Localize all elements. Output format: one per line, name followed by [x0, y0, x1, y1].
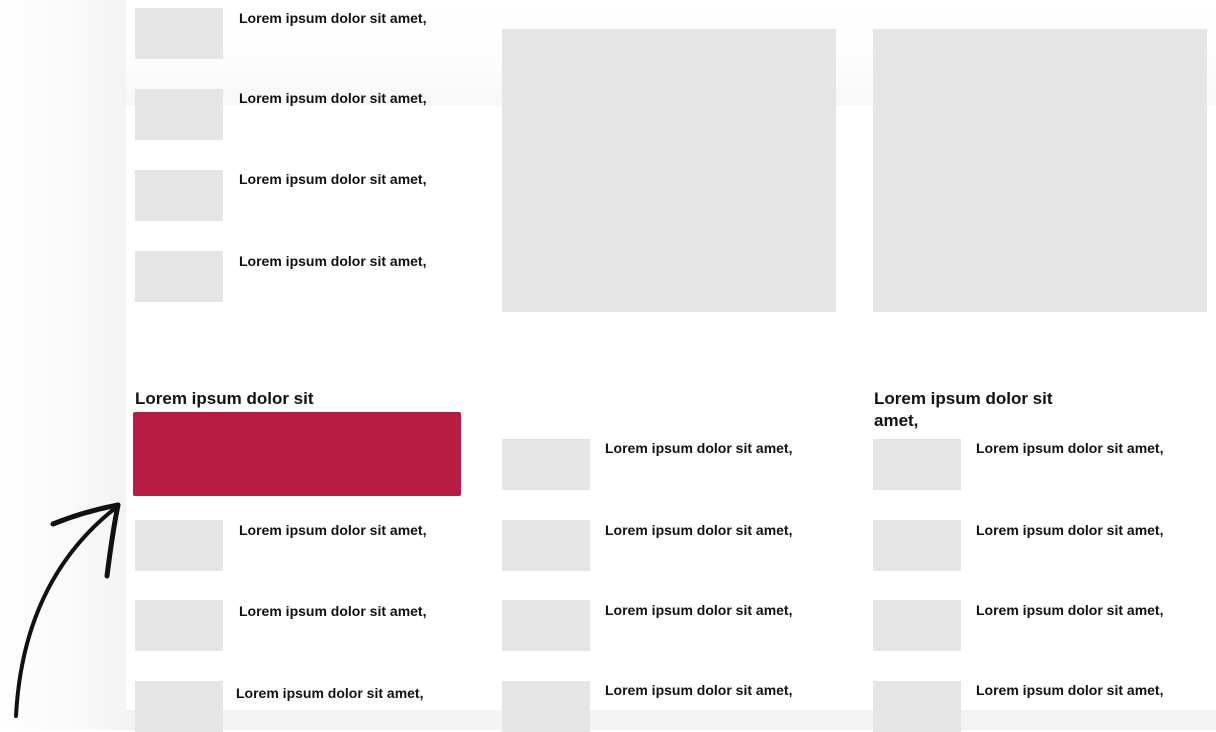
featured-image-placeholder[interactable]: [502, 29, 836, 312]
curved-arrow-icon: [14, 502, 121, 718]
list-item-title[interactable]: Lorem ipsum dolor sit amet,: [239, 522, 426, 539]
list-item-title[interactable]: Lorem ipsum dolor sit amet,: [605, 682, 792, 699]
thumbnail-placeholder[interactable]: [135, 8, 223, 59]
list-item-title[interactable]: Lorem ipsum dolor sit amet,: [976, 440, 1163, 457]
thumbnail-placeholder[interactable]: [135, 89, 223, 140]
section-heading-line: Lorem ipsum dolor sit: [874, 389, 1053, 408]
list-item-title[interactable]: Lorem ipsum dolor sit amet,: [605, 602, 792, 619]
list-item-title[interactable]: Lorem ipsum dolor sit amet,: [239, 253, 426, 270]
list-item-title[interactable]: Lorem ipsum dolor sit amet,: [239, 171, 426, 188]
list-item-title[interactable]: Lorem ipsum dolor sit amet,: [239, 90, 426, 107]
thumbnail-placeholder[interactable]: [873, 681, 961, 732]
thumbnail-placeholder[interactable]: [135, 251, 223, 302]
section-heading: Lorem ipsum dolor sit amet,: [874, 388, 1053, 432]
thumbnail-placeholder[interactable]: [502, 600, 590, 651]
thumbnail-placeholder[interactable]: [873, 520, 961, 571]
thumbnail-placeholder[interactable]: [873, 439, 961, 490]
list-item-title[interactable]: Lorem ipsum dolor sit amet,: [605, 522, 792, 539]
thumbnail-placeholder[interactable]: [502, 439, 590, 490]
thumbnail-placeholder[interactable]: [135, 600, 223, 651]
cta-banner[interactable]: [133, 412, 461, 496]
thumbnail-placeholder[interactable]: [502, 681, 590, 732]
list-item-title[interactable]: Lorem ipsum dolor sit amet,: [239, 603, 426, 620]
list-item-title[interactable]: Lorem ipsum dolor sit amet,: [236, 685, 423, 702]
bottom-shade: [126, 710, 1216, 730]
list-item-title[interactable]: Lorem ipsum dolor sit amet,: [976, 522, 1163, 539]
thumbnail-placeholder[interactable]: [135, 520, 223, 571]
thumbnail-placeholder[interactable]: [135, 681, 223, 732]
thumbnail-placeholder[interactable]: [502, 520, 590, 571]
thumbnail-placeholder[interactable]: [873, 600, 961, 651]
list-item-title[interactable]: Lorem ipsum dolor sit amet,: [239, 10, 426, 27]
section-heading-line: amet,: [874, 411, 919, 430]
section-heading: Lorem ipsum dolor sit: [135, 389, 314, 408]
list-item-title[interactable]: Lorem ipsum dolor sit amet,: [976, 682, 1163, 699]
list-item-title[interactable]: Lorem ipsum dolor sit amet,: [605, 440, 792, 457]
list-item-title[interactable]: Lorem ipsum dolor sit amet,: [976, 602, 1163, 619]
featured-image-placeholder[interactable]: [873, 29, 1207, 312]
thumbnail-placeholder[interactable]: [135, 170, 223, 221]
